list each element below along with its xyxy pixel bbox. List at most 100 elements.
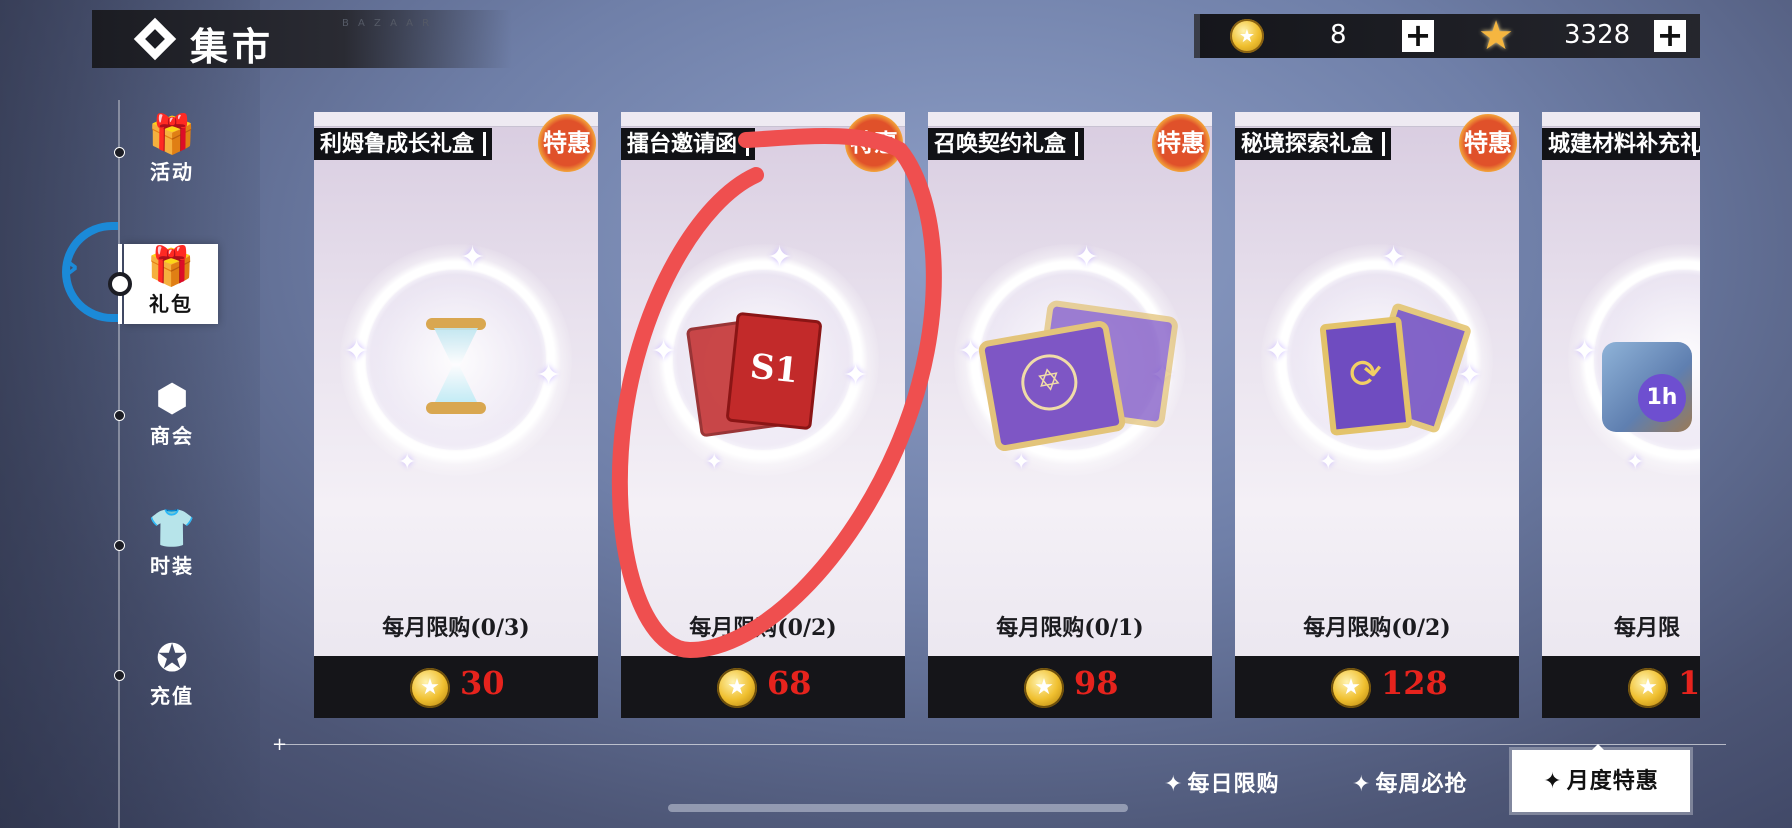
- star-icon: ✦: [1543, 769, 1563, 794]
- gift-card-summon-contract[interactable]: 召唤契约礼盒 特惠 ✦ ✦ ✦ ✦ ✡ 每月限购(0/1) ★ 98: [928, 112, 1212, 718]
- tab-monthly-special[interactable]: ✦ 月度特惠: [1512, 744, 1690, 812]
- card-title: 利姆鲁成长礼盒: [314, 128, 493, 160]
- sparkle-icon: ✦: [1012, 450, 1031, 475]
- price-button[interactable]: ★ 128: [1235, 656, 1519, 718]
- gold-coin-icon: ★: [1230, 19, 1264, 53]
- star-icon: ✦: [1164, 772, 1184, 797]
- page-subtitle: B A Z A A R: [342, 18, 433, 29]
- sidebar-item-label: 充值: [150, 684, 194, 708]
- sparkle-icon: ✦: [1074, 240, 1100, 275]
- gift-icon: 🎁: [148, 112, 196, 156]
- star-icon: ✦: [1352, 772, 1372, 797]
- sparkle-icon: ✦: [536, 358, 562, 393]
- gold-coin-icon: ★: [1024, 668, 1064, 708]
- tab-label: 月度特惠: [1566, 768, 1659, 794]
- add-star-button[interactable]: +: [1654, 19, 1686, 52]
- special-offer-badge: 特惠: [1152, 114, 1210, 172]
- price-button[interactable]: ★ 98: [928, 656, 1212, 718]
- purchase-limit: 每月限购(0/2): [1303, 615, 1451, 641]
- bottom-divider: [276, 744, 1726, 745]
- hexagram-icon: ✡: [1016, 349, 1082, 415]
- home-indicator[interactable]: [668, 804, 1128, 812]
- page-header: 集市 B A Z A A R: [92, 10, 512, 69]
- price-button[interactable]: ★ 30: [314, 656, 598, 718]
- sidebar-item-recharge[interactable]: ✪ 充值: [138, 636, 206, 714]
- shirt-icon: 👕: [148, 506, 196, 550]
- left-shade: [0, 0, 260, 828]
- sparkle-icon: ✦: [767, 240, 793, 275]
- sidebar-item-guild-shop[interactable]: ⬢ 商会: [138, 376, 206, 454]
- sparkle-icon: ✦: [843, 358, 869, 393]
- gift-card-building-materials[interactable]: 城建材料补充礼 ✦ ✦ 1h 每月限 ★ 1: [1542, 112, 1700, 718]
- tab-weekly-must[interactable]: ✦ 每周必抢: [1352, 766, 1467, 798]
- star-currency-value: 3328: [1564, 20, 1631, 50]
- currency-bar-edge: [1194, 14, 1200, 58]
- price-value: 98: [1074, 664, 1119, 702]
- purchase-limit: 每月限购(0/2): [689, 615, 837, 641]
- summon-book-icon: ✡: [977, 319, 1127, 453]
- price-value: 68: [767, 664, 812, 702]
- sidebar-item-activity[interactable]: 🎁 活动: [138, 112, 206, 190]
- gold-coin-value: 8: [1330, 20, 1347, 50]
- special-offer-badge: 特惠: [538, 114, 596, 172]
- card-title: 召唤契约礼盒: [928, 128, 1085, 160]
- star-circle-icon: ✪: [156, 636, 188, 680]
- purchase-limit: 每月限购(0/3): [382, 615, 530, 641]
- price-value: 30: [460, 664, 505, 702]
- sparkle-icon: ✦: [1572, 334, 1598, 369]
- hourglass-glass: [434, 328, 478, 404]
- sidebar-dot: [114, 147, 125, 158]
- price-button[interactable]: ★ 68: [621, 656, 905, 718]
- gift-card-arena-invitation[interactable]: 擂台邀请函 特惠 ✦ ✦ ✦ ✦ S1 每月限购(0/2) ★ 68: [621, 112, 905, 718]
- add-gold-button[interactable]: +: [1402, 19, 1434, 52]
- price-value: 1: [1678, 664, 1700, 702]
- sidebar-item-label: 时装: [150, 554, 194, 578]
- currency-bar: ★ 8 + ★ 3328 +: [1194, 14, 1700, 58]
- gift-card-lemur-growth[interactable]: 利姆鲁成长礼盒 特惠 ✦ ✦ ✦ ✦ 每月限购(0/3) ★ 30: [314, 112, 598, 718]
- sidebar-item-label: 礼包: [149, 292, 193, 316]
- card-title: 城建材料补充礼: [1542, 128, 1700, 160]
- gold-coin-icon: ★: [1628, 668, 1668, 708]
- sparkle-icon: ✦: [398, 450, 417, 475]
- hourglass-cap: [426, 402, 486, 414]
- sparkle-icon: ✦: [705, 450, 724, 475]
- sparkle-icon: ✦: [1319, 450, 1338, 475]
- tab-daily-limit[interactable]: ✦ 每日限购: [1164, 766, 1279, 798]
- sidebar-dot: [114, 540, 125, 551]
- gold-coin-icon: ★: [717, 668, 757, 708]
- star-currency-icon: ★: [1478, 13, 1514, 59]
- tab-label: 每周必抢: [1375, 771, 1468, 797]
- hourglass-icon: [426, 318, 486, 414]
- card-title: 秘境探索礼盒: [1235, 128, 1392, 160]
- sparkle-icon: ✦: [1265, 334, 1291, 369]
- price-button[interactable]: ★ 1: [1542, 656, 1700, 718]
- sidebar-dot: [114, 670, 125, 681]
- sparkle-icon: ✦: [1626, 450, 1645, 475]
- page-title: 集市: [190, 24, 275, 69]
- sparkle-icon: ✦: [651, 334, 677, 369]
- special-offer-badge: 特惠: [845, 114, 903, 172]
- purchase-limit: 每月限: [1614, 615, 1681, 641]
- back-diamond-icon[interactable]: [133, 17, 177, 61]
- s1-card-icon: S1: [725, 311, 823, 431]
- sidebar-item-label: 活动: [150, 160, 194, 184]
- time-token-1h: 1h: [1638, 374, 1686, 422]
- sparkle-icon: ✦: [1381, 240, 1407, 275]
- gift-card-secret-exploration[interactable]: 秘境探索礼盒 特惠 ✦ ✦ ✦ ✦ ⟳ 每月限购(0/2) ★ 128: [1235, 112, 1519, 718]
- sidebar-item-gift-pack[interactable]: 🎁 礼包: [118, 244, 218, 324]
- purchase-limit: 每月限购(0/1): [996, 615, 1144, 641]
- card-top-stripe: [1542, 112, 1700, 127]
- sidebar-dot: [114, 410, 125, 421]
- cube-icon: ⬢: [155, 376, 189, 420]
- sparkle-icon: ✦: [344, 334, 370, 369]
- card-title: 擂台邀请函: [621, 128, 756, 160]
- gold-coin-icon: ★: [410, 668, 450, 708]
- special-offer-badge: 特惠: [1459, 114, 1517, 172]
- price-value: 128: [1381, 664, 1448, 702]
- sidebar-line: [118, 100, 120, 828]
- sidebar-item-fashion[interactable]: 👕 时装: [138, 506, 206, 584]
- active-knob: [108, 272, 132, 296]
- tab-label: 每日限购: [1187, 771, 1280, 797]
- swap-card-icon: ⟳: [1319, 316, 1413, 436]
- sparkle-icon: ✦: [1457, 358, 1483, 393]
